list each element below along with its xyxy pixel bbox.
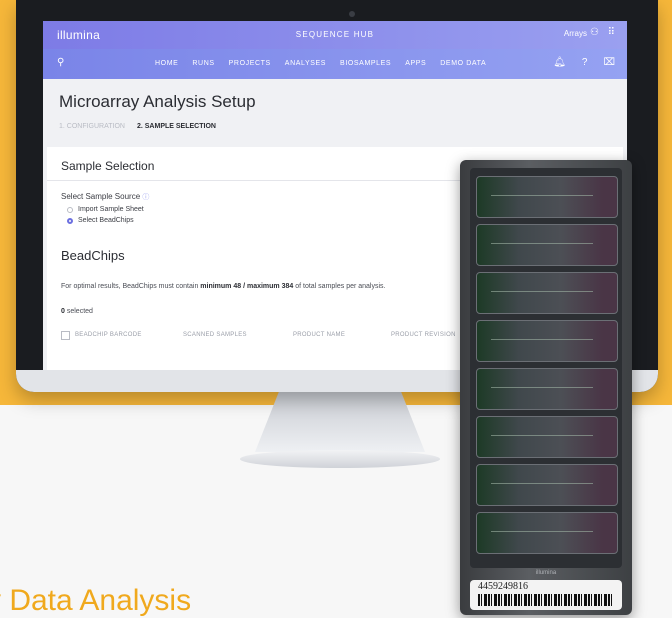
beadchip-lane [476, 320, 618, 362]
section-heading-beadchips: BeadChips [61, 248, 125, 263]
radio-select-beadchips[interactable]: Select BeadChips [67, 217, 134, 224]
nav-home[interactable]: HOME [155, 60, 178, 67]
page-title: Microarray Analysis Setup [59, 92, 256, 111]
col-scanned-samples[interactable]: SCANNED SAMPLES [183, 332, 247, 338]
search-icon[interactable]: ⚲ [57, 57, 64, 68]
barcode-icon [478, 594, 614, 606]
workspace-label[interactable]: Arrays [564, 29, 587, 38]
source-label-text: Select Sample Source [61, 192, 141, 201]
nav-icons: 🔔︎ ? ⌧ [553, 57, 615, 68]
beadchip-lane [476, 416, 618, 458]
hub-title: SEQUENCE HUB [295, 30, 375, 39]
monitor-stand [255, 392, 425, 452]
brand-logo[interactable]: illumina [57, 28, 100, 42]
col-beadchip-barcode[interactable]: BEADCHIP BARCODE [75, 332, 142, 338]
bell-icon[interactable]: 🔔︎ [553, 57, 566, 68]
beadchip-brand: illumina [535, 570, 557, 576]
col-product-name[interactable]: PRODUCT NAME [293, 332, 345, 338]
apps-grid-icon[interactable]: ⠿ [608, 27, 615, 38]
nav-biosamples[interactable]: BIOSAMPLES [340, 60, 391, 67]
beadchip-lane [476, 464, 618, 506]
beadchip-note: For optimal results, BeadChips must cont… [61, 283, 386, 290]
selected-count: 0 selected [61, 308, 93, 315]
barcode-label: 4459249816 [470, 580, 622, 610]
main-nav: HOME RUNS PROJECTS ANALYSES BIOSAMPLES A… [155, 60, 486, 67]
section-heading-sample: Sample Selection [61, 159, 155, 173]
beadchip-image: illumina 4459249816 [460, 160, 632, 615]
nav-bar: ⚲ HOME RUNS PROJECTS ANALYSES BIOSAMPLES… [43, 49, 627, 79]
radio-label: Select BeadChips [78, 217, 134, 224]
barcode-number: 4459249816 [478, 581, 528, 592]
trash-icon[interactable]: ⌧ [603, 57, 615, 68]
beadchip-lane [476, 512, 618, 554]
nav-analyses[interactable]: ANALYSES [285, 60, 326, 67]
selected-count-label: selected [64, 308, 93, 315]
user-icon[interactable]: ⚇ [590, 27, 599, 38]
col-product-revision[interactable]: PRODUCT REVISION [391, 332, 456, 338]
note-prefix: For optimal results, BeadChips must cont… [61, 283, 201, 290]
radio-label: Import Sample Sheet [78, 206, 144, 213]
step-sample-selection[interactable]: 2. SAMPLE SELECTION [137, 123, 216, 130]
info-icon[interactable]: ⓘ [142, 194, 149, 201]
note-suffix: of total samples per analysis. [293, 283, 386, 290]
help-icon[interactable]: ? [582, 57, 588, 68]
caption-title: y Data Analysis [0, 584, 192, 617]
monitor-base [240, 450, 440, 468]
radio-selected-icon[interactable] [67, 217, 73, 224]
nav-projects[interactable]: PROJECTS [229, 60, 271, 67]
beadchip-lane [476, 176, 618, 218]
nav-apps[interactable]: APPS [405, 60, 426, 67]
radio-icon[interactable] [67, 206, 73, 213]
beadchip-window [470, 168, 622, 568]
note-bold: minimum 48 / maximum 384 [200, 283, 294, 290]
camera-dot [349, 11, 355, 17]
beadchip-lane [476, 272, 618, 314]
select-all-checkbox[interactable] [61, 331, 70, 340]
beadchip-lane [476, 224, 618, 266]
radio-import-sample-sheet[interactable]: Import Sample Sheet [67, 206, 144, 213]
nav-runs[interactable]: RUNS [192, 60, 214, 67]
stepper: 1. CONFIGURATION 2. SAMPLE SELECTION [59, 123, 216, 130]
beadchip-lane [476, 368, 618, 410]
top-bar: illumina SEQUENCE HUB Arrays ⚇ ⠿ [43, 21, 627, 49]
step-configuration[interactable]: 1. CONFIGURATION [59, 123, 125, 130]
nav-demo-data[interactable]: DEMO DATA [440, 60, 486, 67]
source-label: Select Sample Source ⓘ [61, 192, 149, 202]
